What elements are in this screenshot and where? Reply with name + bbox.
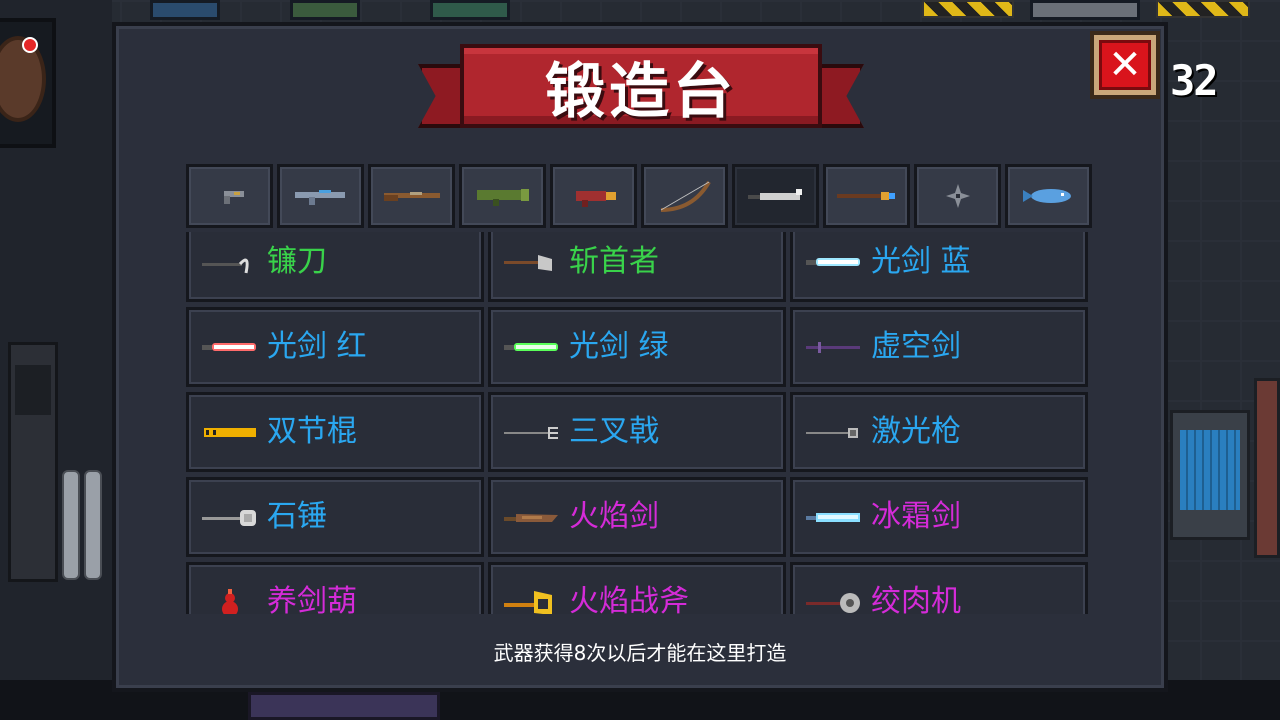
ribbon-banner: 锻造台 [460,44,822,128]
weapon-grid: 镰刀 斩首者 光剑 蓝光剑 红 光剑 绿 虚空剑双节棍 三叉戟 激光枪石锤 火焰剑 冰霜剑养剑葫… [186,232,1092,614]
weapon-name: 冰霜剑 [871,499,961,534]
weapon-card[interactable]: 激光枪 [790,392,1088,472]
gem-count: 32 [1170,56,1219,105]
frost-sword-icon [803,502,865,532]
weapon-card[interactable]: 冰霜剑 [790,477,1088,557]
void-sword-icon [803,332,865,362]
gas-tanks [62,430,110,580]
weapon-card[interactable]: 火焰剑 [488,477,786,557]
lightsaber-blue-icon [803,247,865,277]
weapon-name: 火焰剑 [569,499,659,534]
nunchaku-icon [199,417,261,447]
weapon-name: 光剑 红 [267,329,367,364]
rifle-icon [294,190,345,205]
floor-door [248,692,440,720]
page-title: 锻造台 [545,56,737,127]
weapon-category-tabs [186,164,1096,228]
weapon-card[interactable]: 养剑葫 [186,562,484,614]
weapon-name: 光剑 绿 [569,329,669,364]
npc-figure [1254,378,1280,558]
tab-bow[interactable] [641,164,728,228]
weapon-card[interactable]: 绞肉机 [790,562,1088,614]
lightsaber-green-icon [501,332,563,362]
top-shelf-item [290,0,360,20]
weapon-name: 三叉戟 [569,414,659,449]
scythe-icon [199,247,261,277]
pistol-icon [223,191,244,204]
weapon-name: 光剑 蓝 [871,244,971,279]
forge-hint-text: 武器获得8次以后才能在这里打造 [493,641,787,665]
melee-blade-icon [747,189,802,200]
stone-hammer-icon [199,502,261,532]
lightsaber-red-icon [199,332,261,362]
weapon-name: 镰刀 [267,244,327,279]
weapon-card[interactable]: 光剑 蓝 [790,232,1088,302]
weapon-name: 绞肉机 [871,584,961,615]
close-glyph: ✕ [1108,42,1142,88]
meat-grinder-icon [803,587,865,614]
vending-machine [8,342,58,582]
top-shelf-item [430,0,510,20]
tab-launcher[interactable] [459,164,546,228]
weapon-card[interactable]: 石锤 [186,477,484,557]
weapon-card[interactable]: 光剑 红 [186,307,484,387]
weapon-name: 石锤 [267,499,327,534]
flame-sword-icon [501,502,563,532]
tab-staff[interactable] [823,164,910,228]
notification-dot [22,37,38,53]
weapon-card[interactable]: 三叉戟 [488,392,786,472]
weapon-name: 双节棍 [267,414,357,449]
launcher-icon [476,189,529,206]
close-button[interactable]: ✕ [1090,31,1160,99]
weapon-name: 火焰战斧 [569,584,689,615]
weapon-name: 养剑葫 [267,584,357,615]
weapon-card[interactable]: 双节棍 [186,392,484,472]
tab-pistol[interactable] [186,164,273,228]
title-ribbon: 锻造台 [418,44,864,144]
computer-screen [1180,430,1240,510]
bow-icon [660,180,711,212]
shotgun-icon [383,192,440,201]
blaster-icon [575,191,616,207]
weapon-card[interactable]: 镰刀 [186,232,484,302]
weapon-card[interactable]: 斩首者 [488,232,786,302]
weapon-name: 斩首者 [569,244,659,279]
laser-spear-icon [803,417,865,447]
hazard-stripe [922,0,1014,18]
hazard-stripe [1156,0,1250,18]
tab-shotgun[interactable] [368,164,455,228]
weapon-name: 虚空剑 [871,329,961,364]
axe-icon [501,247,563,277]
weapon-card[interactable]: 光剑 绿 [488,307,786,387]
gourd-icon [199,587,261,614]
weapon-name: 激光枪 [871,414,961,449]
tab-blaster[interactable] [550,164,637,228]
top-shelf-item [150,0,220,20]
tab-rifle[interactable] [277,164,364,228]
tab-melee[interactable] [732,164,819,228]
weapon-list[interactable]: 镰刀 斩首者 光剑 蓝光剑 红 光剑 绿 虚空剑双节棍 三叉戟 激光枪石锤 火焰剑 冰霜剑养剑葫… [186,232,1092,614]
tab-shuriken[interactable] [914,164,1001,228]
shuriken-icon [945,184,970,208]
top-shelf-item [1030,0,1140,20]
weapon-card[interactable]: 火焰战斧 [488,562,786,614]
fish-icon [1022,189,1071,203]
staff-icon [836,192,895,200]
flame-battleaxe-icon [501,587,563,614]
trident-icon [501,417,563,447]
weapon-card[interactable]: 虚空剑 [790,307,1088,387]
tab-fish[interactable] [1005,164,1092,228]
close-icon: ✕ [1099,40,1151,90]
